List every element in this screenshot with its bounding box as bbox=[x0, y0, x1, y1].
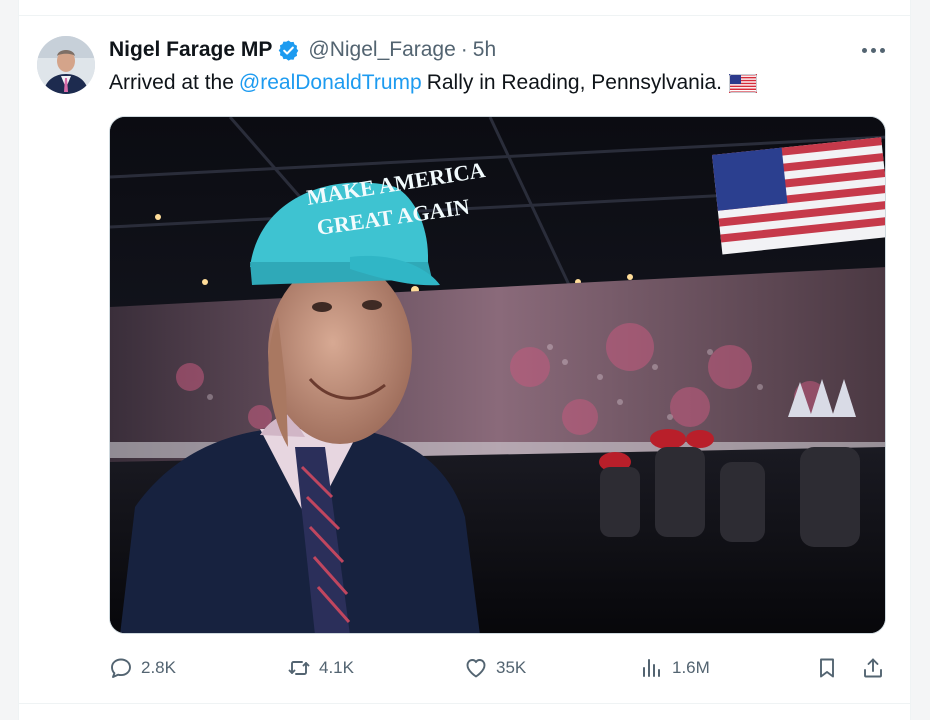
tweet-bottom-divider bbox=[18, 703, 911, 704]
tweet-text: Arrived at the @realDonaldTrump Rally in… bbox=[109, 68, 758, 98]
author-name[interactable]: Nigel Farage MP bbox=[109, 38, 272, 62]
timeline-border-right bbox=[910, 0, 911, 720]
share-icon bbox=[864, 658, 882, 678]
right-gutter bbox=[911, 0, 930, 720]
repost-count: 4.1K bbox=[319, 658, 354, 677]
tweet-text-part1: Arrived at the bbox=[109, 71, 234, 94]
like-count: 35K bbox=[496, 658, 527, 677]
left-gutter bbox=[0, 0, 18, 720]
tweet-action-bar: 2.8K 4.1K 35K 1.6M bbox=[109, 652, 889, 684]
author-handle[interactable]: @Nigel_Farage bbox=[308, 38, 455, 62]
tweet-top-divider bbox=[18, 15, 911, 16]
reply-icon bbox=[111, 658, 131, 678]
header-separator: · bbox=[460, 38, 468, 61]
rally-photo-illustration: MAKE AMERICA GREAT AGAIN bbox=[110, 117, 885, 633]
tweet-header: Nigel Farage MP @Nigel_Farage · 5h bbox=[109, 36, 496, 64]
like-button[interactable]: 35K bbox=[464, 652, 526, 684]
views-chart-icon bbox=[643, 659, 660, 677]
mention-link[interactable]: @realDonaldTrump bbox=[239, 68, 422, 98]
tweet-text-part2: Rally in Reading, Pennsylvania. bbox=[426, 71, 723, 94]
views-count: 1.6M bbox=[672, 658, 710, 677]
tweet-photo[interactable]: MAKE AMERICA GREAT AGAIN bbox=[109, 116, 886, 634]
reply-button[interactable]: 2.8K bbox=[109, 652, 176, 684]
author-avatar[interactable] bbox=[37, 36, 95, 94]
bookmark-icon bbox=[820, 658, 834, 678]
share-button[interactable] bbox=[861, 652, 885, 684]
repost-icon bbox=[288, 661, 310, 675]
timeline-border-left bbox=[18, 0, 19, 720]
more-options-icon[interactable] bbox=[858, 38, 888, 62]
us-flag-emoji-icon bbox=[729, 73, 758, 93]
views-button[interactable]: 1.6M bbox=[640, 652, 710, 684]
verified-badge-icon bbox=[279, 39, 299, 61]
tweet-timestamp[interactable]: 5h bbox=[473, 38, 496, 62]
repost-button[interactable]: 4.1K bbox=[287, 652, 354, 684]
heart-icon bbox=[466, 659, 486, 678]
bookmark-button[interactable] bbox=[815, 652, 839, 684]
reply-count: 2.8K bbox=[141, 658, 176, 677]
